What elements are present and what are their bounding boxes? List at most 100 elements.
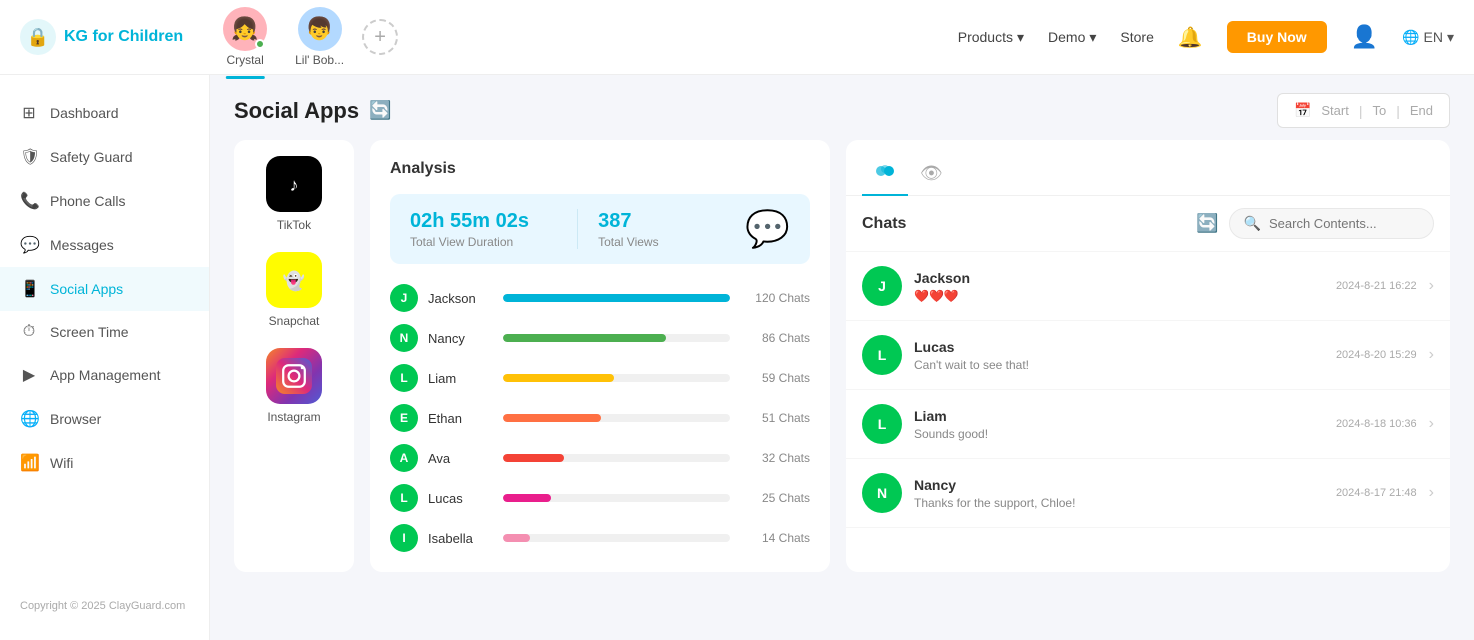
chat-person-name: Jackson: [914, 270, 1324, 286]
tab-chats[interactable]: [862, 152, 908, 195]
chat-preview: Sounds good!: [914, 427, 1324, 441]
chart-row: L Liam 59 Chats: [390, 364, 810, 392]
sidebar-item-dashboard[interactable]: ⊞ Dashboard: [0, 91, 209, 135]
chat-time: 2024-8-18 10:36: [1336, 418, 1417, 430]
chat-preview-text: Can't wait to see that!: [914, 358, 1029, 372]
page-title: Social Apps 🔄: [234, 98, 392, 124]
chat-person-name: Liam: [914, 408, 1324, 424]
chart-count: 14 Chats: [740, 531, 810, 545]
chart-row: E Ethan 51 Chats: [390, 404, 810, 432]
sidebar-item-screen-time[interactable]: ⏱ Screen Time: [0, 311, 209, 353]
avatar-bob: 👦: [298, 7, 342, 51]
profile-tab-crystal[interactable]: 👧 Crystal: [213, 3, 277, 71]
tab-monitor[interactable]: 👁: [908, 155, 955, 192]
total-views-label: Total Views: [598, 235, 745, 249]
chart-bar: [503, 494, 551, 502]
chart-avatar: N: [390, 324, 418, 352]
app-item-instagram[interactable]: Instagram: [266, 348, 322, 424]
chat-list-item[interactable]: N Nancy Thanks for the support, Chloe! 2…: [846, 459, 1450, 528]
profile-tab-bob[interactable]: 👦 Lil' Bob...: [285, 3, 354, 71]
sidebar-footer: Copyright © 2025 ClayGuard.com: [0, 588, 209, 624]
chart-avatar: L: [390, 484, 418, 512]
end-date-label[interactable]: End: [1410, 103, 1433, 118]
nav-demo[interactable]: Demo ▾: [1048, 29, 1096, 46]
add-profile-button[interactable]: +: [362, 19, 398, 55]
nav-links: Products ▾ Demo ▾ Store 🔔 Buy Now 👤 🌐 EN…: [958, 21, 1454, 53]
chat-list-item[interactable]: J Jackson ❤️❤️❤️ 2024-8-21 16:22 ›: [846, 252, 1450, 321]
shield-icon: 🛡: [20, 147, 38, 167]
stat-divider: [577, 209, 578, 249]
sidebar-item-safety-guard[interactable]: 🛡 Safety Guard: [0, 135, 209, 179]
app-list-panel: ♪ TikTok 👻 Snapchat: [234, 140, 354, 572]
phone-icon: 📞: [20, 191, 38, 211]
chart-bar-bg: [503, 414, 730, 422]
chat-person-name: Lucas: [914, 339, 1324, 355]
chart-bar-bg: [503, 294, 730, 302]
chat-preview-text: Thanks for the support, Chloe!: [914, 496, 1075, 510]
sidebar-item-social-apps[interactable]: 📱 Social Apps: [0, 267, 209, 311]
screen-time-icon: ⏱: [20, 323, 38, 341]
chart-bar-bg: [503, 454, 730, 462]
search-box[interactable]: 🔍: [1229, 208, 1434, 239]
chart-name: Nancy: [428, 331, 493, 346]
sidebar-item-phone-calls[interactable]: 📞 Phone Calls: [0, 179, 209, 223]
refresh-icon[interactable]: 🔄: [369, 100, 391, 121]
language-selector[interactable]: 🌐 EN ▾: [1402, 29, 1454, 46]
chart-count: 25 Chats: [740, 491, 810, 505]
chart-avatar: E: [390, 404, 418, 432]
chart-count: 32 Chats: [740, 451, 810, 465]
stats-row: 02h 55m 02s Total View Duration 387 Tota…: [390, 194, 810, 264]
chart-count: 86 Chats: [740, 331, 810, 345]
main-content: Social Apps 🔄 📅 Start | To | End: [210, 75, 1474, 640]
nav-products[interactable]: Products ▾: [958, 29, 1024, 46]
chat-person-info: Liam Sounds good!: [914, 408, 1324, 441]
chat-bubble-decoration-icon: 💬: [745, 208, 790, 250]
stat-duration: 02h 55m 02s Total View Duration: [410, 210, 557, 249]
logo[interactable]: 🔒 KG for Children: [20, 19, 183, 55]
chat-list-item[interactable]: L Lucas Can't wait to see that! 2024-8-2…: [846, 321, 1450, 390]
logo-icon: 🔒: [20, 19, 56, 55]
chat-list-item[interactable]: L Liam Sounds good! 2024-8-18 10:36 ›: [846, 390, 1450, 459]
dashboard-icon: ⊞: [20, 103, 38, 123]
search-input[interactable]: [1269, 216, 1419, 231]
calendar-icon: 📅: [1294, 102, 1311, 119]
total-duration-label: Total View Duration: [410, 235, 557, 249]
profiles-area: 👧 Crystal 👦 Lil' Bob... +: [213, 3, 958, 71]
app-item-snapchat[interactable]: 👻 Snapchat: [266, 252, 322, 328]
chart-name: Ethan: [428, 411, 493, 426]
chart-row: L Lucas 25 Chats: [390, 484, 810, 512]
user-account-icon[interactable]: 👤: [1351, 24, 1378, 50]
sidebar-item-browser[interactable]: 🌐 Browser: [0, 397, 209, 441]
filter-icon[interactable]: 🔄: [1196, 213, 1218, 234]
sidebar-item-messages[interactable]: 💬 Messages: [0, 223, 209, 267]
nav-store[interactable]: Store: [1120, 29, 1153, 45]
sidebar-item-app-management[interactable]: ▶ App Management: [0, 353, 209, 397]
chart-bar: [503, 294, 730, 302]
chat-preview-text: Sounds good!: [914, 427, 988, 441]
instagram-logo: [276, 358, 312, 394]
notification-bell-icon[interactable]: 🔔: [1178, 25, 1203, 50]
chat-avatar: J: [862, 266, 902, 306]
chevron-right-icon: ›: [1429, 415, 1434, 433]
buy-now-button[interactable]: Buy Now: [1227, 21, 1327, 53]
chat-preview: Can't wait to see that!: [914, 358, 1324, 372]
online-indicator: [255, 39, 265, 49]
chart-name: Ava: [428, 451, 493, 466]
chats-header: Chats 🔄 🔍: [846, 196, 1450, 252]
heart-emoji: ❤️❤️❤️: [914, 289, 959, 303]
app-item-tiktok[interactable]: ♪ TikTok: [266, 156, 322, 232]
start-date-label[interactable]: Start: [1321, 103, 1348, 118]
profile-name-crystal: Crystal: [226, 53, 263, 67]
chart-row: I Isabella 14 Chats: [390, 524, 810, 552]
sidebar-item-wifi[interactable]: 📶 Wifi: [0, 441, 209, 485]
chat-person-info: Nancy Thanks for the support, Chloe!: [914, 477, 1324, 510]
chart-name: Liam: [428, 371, 493, 386]
date-filter: 📅 Start | To | End: [1277, 93, 1450, 128]
chevron-right-icon: ›: [1429, 277, 1434, 295]
chart-avatar: J: [390, 284, 418, 312]
chat-time: 2024-8-17 21:48: [1336, 487, 1417, 499]
tiktok-logo: ♪: [276, 166, 312, 202]
chart-bar-bg: [503, 334, 730, 342]
chat-person-name: Nancy: [914, 477, 1324, 493]
chat-avatar: L: [862, 404, 902, 444]
